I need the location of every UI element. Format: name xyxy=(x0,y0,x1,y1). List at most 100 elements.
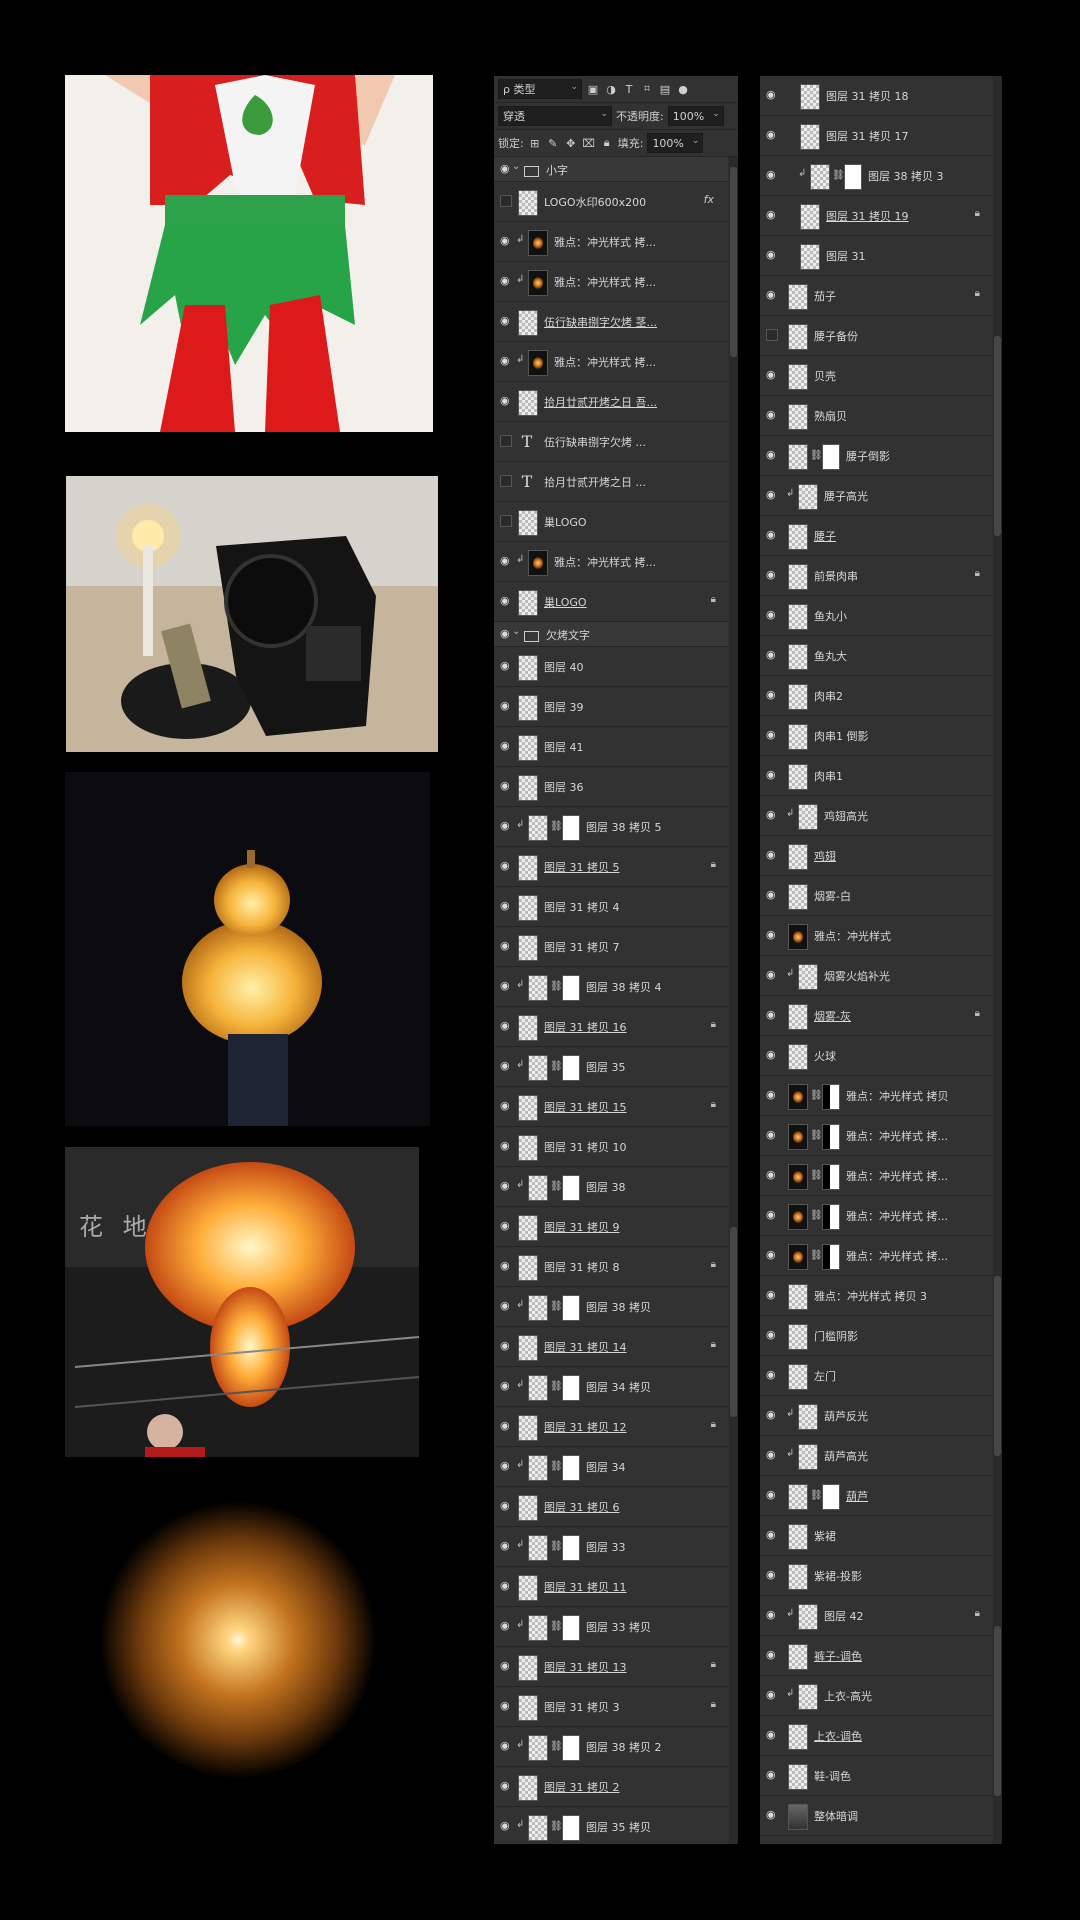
eye-icon[interactable]: ◉ xyxy=(766,1129,778,1141)
eye-icon[interactable]: ◉ xyxy=(500,780,512,792)
layer-mask-thumbnail[interactable] xyxy=(562,1375,580,1401)
layer-row[interactable]: T 拾月廿贰开烤之日 ... xyxy=(494,462,728,502)
eye-icon[interactable]: ◉ xyxy=(500,1300,512,1312)
eye-icon[interactable]: ◉ xyxy=(500,1140,512,1152)
visibility-off-box[interactable] xyxy=(500,195,512,207)
layer-row[interactable]: ◉ 图层 31 拷贝 3 🔒︎ xyxy=(494,1687,728,1727)
eye-icon[interactable]: ◉ xyxy=(500,315,512,327)
layer-row[interactable]: ◉ 图层 31 拷贝 4 xyxy=(494,887,728,927)
layer-row[interactable]: ◉ 图层 31 拷贝 10 xyxy=(494,1127,728,1167)
eye-icon[interactable]: ◉ xyxy=(766,1049,778,1061)
layer-row[interactable]: ◉ ↲ ⛓ 图层 38 拷贝 5 xyxy=(494,807,728,847)
layers-scrollbar-right[interactable] xyxy=(993,76,1002,1844)
layer-row[interactable]: ◉ 上衣-调色 xyxy=(760,1716,992,1756)
layer-row[interactable]: ◉ 腰子 xyxy=(760,516,992,556)
layer-mask-thumbnail[interactable] xyxy=(562,1055,580,1081)
eye-icon[interactable]: ◉ xyxy=(766,1569,778,1581)
layer-row[interactable]: ◉ 图层 31 拷贝 11 xyxy=(494,1567,728,1607)
eye-icon[interactable]: ◉ xyxy=(766,1649,778,1661)
eye-icon[interactable]: ◉ xyxy=(500,555,512,567)
eye-icon[interactable]: ◉ xyxy=(766,1209,778,1221)
link-icon[interactable]: ⛓ xyxy=(810,1090,823,1101)
eye-icon[interactable]: ◉ xyxy=(766,209,778,221)
layer-row[interactable]: ◉ 火球 xyxy=(760,1036,992,1076)
eye-icon[interactable]: ◉ xyxy=(766,1169,778,1181)
chevron-down-icon[interactable]: ⌄ xyxy=(512,161,520,172)
eye-icon[interactable]: ◉ xyxy=(500,860,512,872)
image-filter-icon[interactable]: ▣ xyxy=(586,82,600,96)
layer-row[interactable]: ◉ 图层 31 拷贝 19 🔒︎ xyxy=(760,196,992,236)
layer-row[interactable]: ◉ 烟雾-灰 🔒︎ xyxy=(760,996,992,1036)
eye-icon[interactable]: ◉ xyxy=(766,1409,778,1421)
filter-toggle-icon[interactable]: ● xyxy=(676,82,690,96)
eye-icon[interactable]: ◉ xyxy=(766,169,778,181)
layer-mask-thumbnail[interactable] xyxy=(562,815,580,841)
layer-row[interactable]: ◉ 鱼丸大 xyxy=(760,636,992,676)
eye-icon[interactable]: ◉ xyxy=(766,729,778,741)
link-icon[interactable]: ⛓ xyxy=(550,1461,563,1472)
layer-row[interactable]: ◉ 图层 31 拷贝 7 xyxy=(494,927,728,967)
layer-row[interactable]: ◉ 巢LOGO 🔒︎ xyxy=(494,582,728,622)
eye-icon[interactable]: ◉ xyxy=(766,1329,778,1341)
layer-row[interactable]: ◉ ⛓ 雅点：冲光样式 拷... xyxy=(760,1156,992,1196)
link-icon[interactable]: ⛓ xyxy=(810,1130,823,1141)
layer-mask-thumbnail[interactable] xyxy=(822,1124,840,1150)
fill-input[interactable]: 100% ⌄ xyxy=(647,133,704,153)
eye-icon[interactable]: ◉ xyxy=(500,1620,512,1632)
layer-row[interactable]: ◉ 图层 36 xyxy=(494,767,728,807)
eye-icon[interactable]: ◉ xyxy=(500,275,512,287)
eye-icon[interactable]: ◉ xyxy=(766,809,778,821)
eye-icon[interactable]: ◉ xyxy=(500,940,512,952)
layer-row[interactable]: ◉ ↲ ⛓ 图层 35 xyxy=(494,1047,728,1087)
layer-row[interactable]: ◉ 图层 31 拷贝 9 xyxy=(494,1207,728,1247)
eye-icon[interactable]: ◉ xyxy=(766,1529,778,1541)
eye-icon[interactable]: ◉ xyxy=(766,1369,778,1381)
layer-row[interactable]: ◉ 图层 39 xyxy=(494,687,728,727)
eye-icon[interactable]: ◉ xyxy=(500,1180,512,1192)
layer-row[interactable]: ◉ ↲ 烟雾火焰补光 xyxy=(760,956,992,996)
layer-mask-thumbnail[interactable] xyxy=(822,1204,840,1230)
layer-row[interactable]: ◉ 鸡翅 xyxy=(760,836,992,876)
layer-mask-thumbnail[interactable] xyxy=(562,1175,580,1201)
layer-row[interactable]: ◉背景原图 xyxy=(760,1836,992,1844)
layer-row[interactable]: ◉ ↲ ⛓ 图层 34 xyxy=(494,1447,728,1487)
layer-mask-thumbnail[interactable] xyxy=(562,1615,580,1641)
eye-icon[interactable]: ◉ xyxy=(766,889,778,901)
layer-row[interactable]: ◉ ↲ ⛓ 图层 35 拷贝 xyxy=(494,1807,728,1844)
eye-icon[interactable]: ◉ xyxy=(500,820,512,832)
layer-mask-thumbnail[interactable] xyxy=(822,1484,840,1510)
layer-mask-thumbnail[interactable] xyxy=(822,1164,840,1190)
layer-row[interactable]: ◉ 肉串1 倒影 xyxy=(760,716,992,756)
layer-row[interactable]: ◉ ↲ ⛓ 图层 38 拷贝 2 xyxy=(494,1727,728,1767)
layer-row[interactable]: ◉ 雅点：冲光样式 xyxy=(760,916,992,956)
layer-row[interactable]: ◉ 伍行缺串捌字欠烤 茎... xyxy=(494,302,728,342)
scrollbar-thumb[interactable] xyxy=(730,167,737,357)
lock-position-icon[interactable]: ✥ xyxy=(564,136,578,150)
layer-mask-thumbnail[interactable] xyxy=(562,1735,580,1761)
eye-icon[interactable]: ◉ xyxy=(500,395,512,407)
eye-icon[interactable]: ◉ xyxy=(766,649,778,661)
layer-row[interactable]: ◉ 图层 31 拷贝 16 🔒︎ xyxy=(494,1007,728,1047)
layer-row[interactable]: ◉ 鞋-调色 xyxy=(760,1756,992,1796)
smart-object-filter-icon[interactable]: ▤ xyxy=(658,82,672,96)
eye-icon[interactable]: ◉ xyxy=(766,129,778,141)
visibility-off-box[interactable] xyxy=(500,435,512,447)
eye-icon[interactable]: ◉ xyxy=(766,1489,778,1501)
layer-mask-thumbnail[interactable] xyxy=(562,1815,580,1841)
eye-icon[interactable]: ◉ xyxy=(766,89,778,101)
layer-row[interactable]: ◉ 图层 31 xyxy=(760,236,992,276)
eye-icon[interactable]: ◉ xyxy=(766,409,778,421)
eye-icon[interactable]: ◉ xyxy=(766,689,778,701)
layer-row[interactable]: ◉ 茄子 🔒︎ xyxy=(760,276,992,316)
layer-row[interactable]: ◉ 左门 xyxy=(760,1356,992,1396)
layer-mask-thumbnail[interactable] xyxy=(562,1295,580,1321)
layer-row[interactable]: ◉ 图层 31 拷贝 14 🔒︎ xyxy=(494,1327,728,1367)
layer-row[interactable]: ◉ 紫裙-投影 xyxy=(760,1556,992,1596)
layer-mask-thumbnail[interactable] xyxy=(822,444,840,470)
lock-transparent-icon[interactable]: ⊞ xyxy=(528,136,542,150)
layer-row[interactable]: ◉ ⛓ 葫芦 xyxy=(760,1476,992,1516)
link-icon[interactable]: ⛓ xyxy=(810,1170,823,1181)
layer-row[interactable]: ◉ 图层 31 拷贝 12 🔒︎ xyxy=(494,1407,728,1447)
layer-group-row[interactable]: ◉ ⌄ 小字 xyxy=(494,157,728,182)
layer-row[interactable]: ◉ ↲ ⛓ 图层 34 拷贝 xyxy=(494,1367,728,1407)
